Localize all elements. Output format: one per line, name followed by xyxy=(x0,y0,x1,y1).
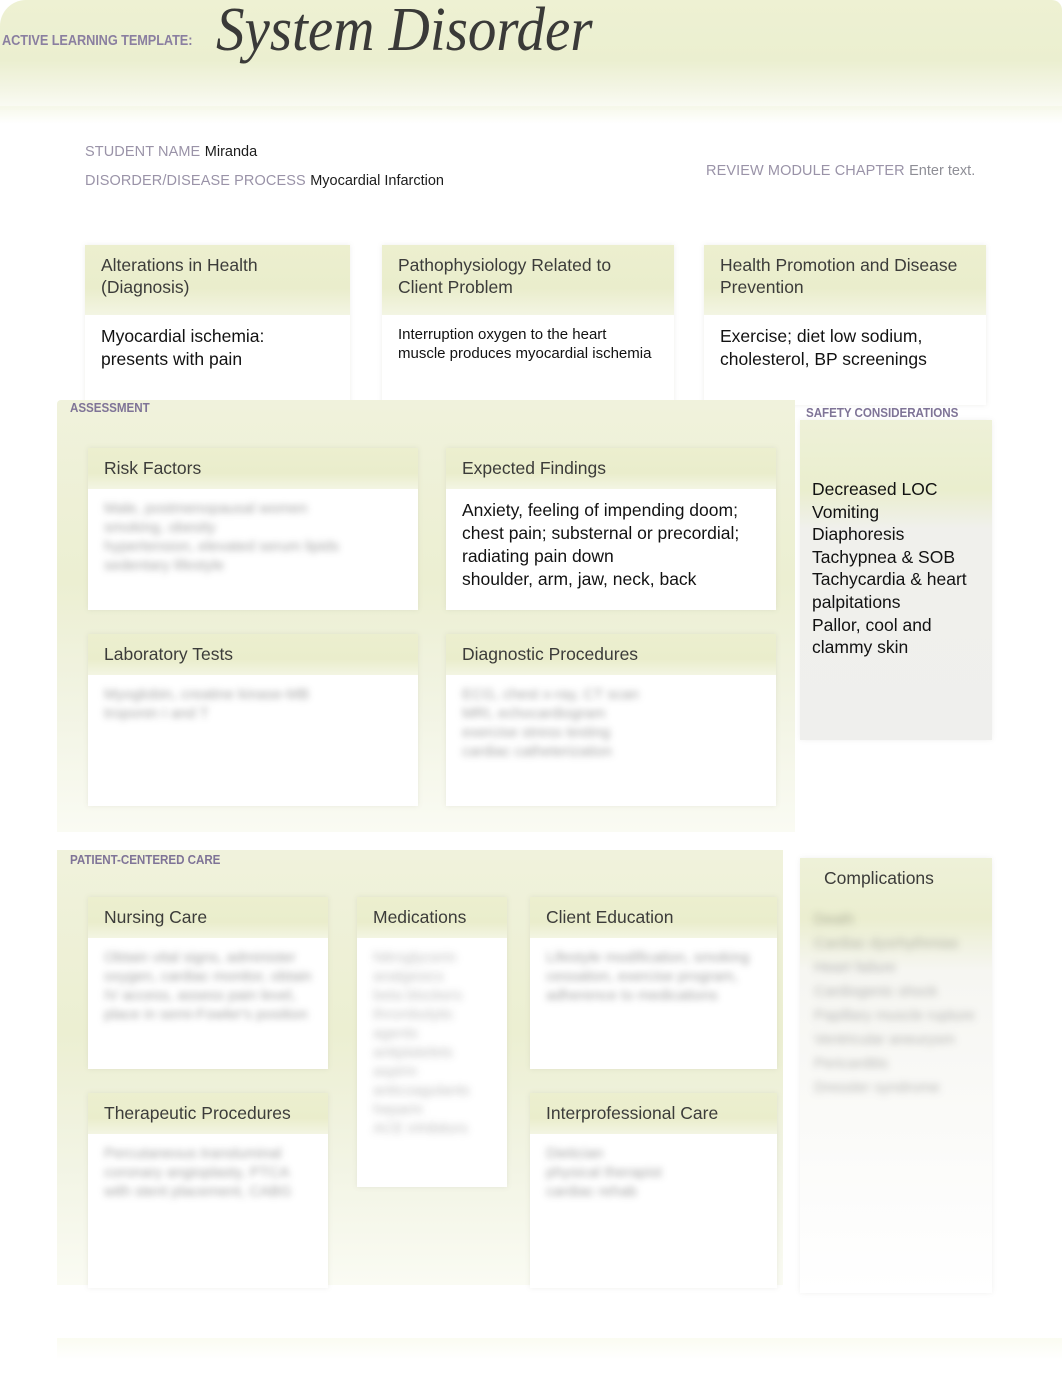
card-title-risk-factors: Risk Factors xyxy=(88,448,418,489)
disorder-process-value[interactable]: Myocardial Infarction xyxy=(310,173,444,189)
card-title-interprofessional-care: Interprofessional Care xyxy=(530,1093,777,1134)
card-laboratory-tests[interactable]: Laboratory Tests Myoglobin, creatine kin… xyxy=(88,634,418,806)
card-title-expected-findings: Expected Findings xyxy=(446,448,776,489)
footer-band xyxy=(57,1338,1062,1360)
student-name-field[interactable]: STUDENT NAME Miranda xyxy=(85,143,257,161)
card-body-alterations[interactable]: Myocardial ischemia: presents with pain xyxy=(85,315,350,379)
card-body-medications[interactable]: Nitroglycerin analgesics beta blockers t… xyxy=(357,938,507,1146)
card-body-therapeutic-procedures[interactable]: Percutaneous transluminal coronary angio… xyxy=(88,1134,328,1209)
card-body-risk-factors[interactable]: Male, postmenopausal women smoking, obes… xyxy=(88,489,418,583)
card-expected-findings[interactable]: Expected Findings Anxiety, feeling of im… xyxy=(446,448,776,610)
card-title-client-education: Client Education xyxy=(530,897,777,938)
card-body-diagnostic-procedures[interactable]: ECG, chest x-ray, CT scan MRI, echocardi… xyxy=(446,675,776,769)
card-body-health-promotion[interactable]: Exercise; diet low sodium, cholesterol, … xyxy=(704,315,986,379)
card-risk-factors[interactable]: Risk Factors Male, postmenopausal women … xyxy=(88,448,418,610)
review-module-chapter-field[interactable]: REVIEW MODULE CHAPTER Enter text. xyxy=(706,162,975,180)
assessment-section-label: ASSESSMENT xyxy=(70,401,150,415)
disorder-process-field[interactable]: DISORDER/DISEASE PROCESS Myocardial Infa… xyxy=(85,172,444,190)
student-name-value[interactable]: Miranda xyxy=(205,144,257,160)
safety-considerations-body[interactable]: Decreased LOC Vomiting Diaphoresis Tachy… xyxy=(812,478,992,659)
template-kicker-label: ACTIVE LEARNING TEMPLATE: xyxy=(2,33,193,49)
card-alterations-in-health[interactable]: Alterations in Health (Diagnosis) Myocar… xyxy=(85,245,350,405)
complications-title: Complications xyxy=(824,868,934,888)
card-title-health-promotion: Health Promotion and Disease Prevention xyxy=(704,245,986,315)
system-disorder-worksheet: ACTIVE LEARNING TEMPLATE: System Disorde… xyxy=(0,0,1062,1377)
card-body-client-education[interactable]: Lifestyle modification, smoking cessatio… xyxy=(530,938,777,1013)
patient-centered-care-section-label: PATIENT-CENTERED CARE xyxy=(70,853,221,867)
card-title-diagnostic-procedures: Diagnostic Procedures xyxy=(446,634,776,675)
card-title-nursing-care: Nursing Care xyxy=(88,897,328,938)
card-title-laboratory-tests: Laboratory Tests xyxy=(88,634,418,675)
card-pathophysiology[interactable]: Pathophysiology Related to Client Proble… xyxy=(382,245,674,405)
student-name-label: STUDENT NAME xyxy=(85,144,201,160)
card-body-nursing-care[interactable]: Obtain vital signs, administer oxygen, c… xyxy=(88,938,328,1032)
card-interprofessional-care[interactable]: Interprofessional Care Dietician physica… xyxy=(530,1093,777,1288)
card-body-interprofessional-care[interactable]: Dietician physical therapist cardiac reh… xyxy=(530,1134,777,1209)
card-body-expected-findings[interactable]: Anxiety, feeling of impending doom; ches… xyxy=(446,489,776,599)
card-title-alterations: Alterations in Health (Diagnosis) xyxy=(85,245,350,315)
card-medications[interactable]: Medications Nitroglycerin analgesics bet… xyxy=(357,897,507,1187)
card-title-pathophysiology: Pathophysiology Related to Client Proble… xyxy=(382,245,674,315)
review-module-value[interactable]: Enter text. xyxy=(909,163,975,179)
page-title: System Disorder xyxy=(216,0,593,64)
card-health-promotion[interactable]: Health Promotion and Disease Prevention … xyxy=(704,245,986,405)
card-therapeutic-procedures[interactable]: Therapeutic Procedures Percutaneous tran… xyxy=(88,1093,328,1288)
card-diagnostic-procedures[interactable]: Diagnostic Procedures ECG, chest x-ray, … xyxy=(446,634,776,806)
card-client-education[interactable]: Client Education Lifestyle modification,… xyxy=(530,897,777,1069)
card-body-pathophysiology[interactable]: Interruption oxygen to the heart muscle … xyxy=(382,315,674,371)
safety-section-label: SAFETY CONSIDERATIONS xyxy=(806,406,959,420)
card-title-therapeutic-procedures: Therapeutic Procedures xyxy=(88,1093,328,1134)
complications-body[interactable]: Death Cardiac dysrhythmias Heart failure… xyxy=(814,908,982,1100)
card-body-laboratory-tests[interactable]: Myoglobin, creatine kinase-MB troponin I… xyxy=(88,675,418,731)
card-title-medications: Medications xyxy=(357,897,507,938)
card-nursing-care[interactable]: Nursing Care Obtain vital signs, adminis… xyxy=(88,897,328,1069)
review-module-label: REVIEW MODULE CHAPTER xyxy=(706,163,905,179)
disorder-process-label: DISORDER/DISEASE PROCESS xyxy=(85,173,306,189)
